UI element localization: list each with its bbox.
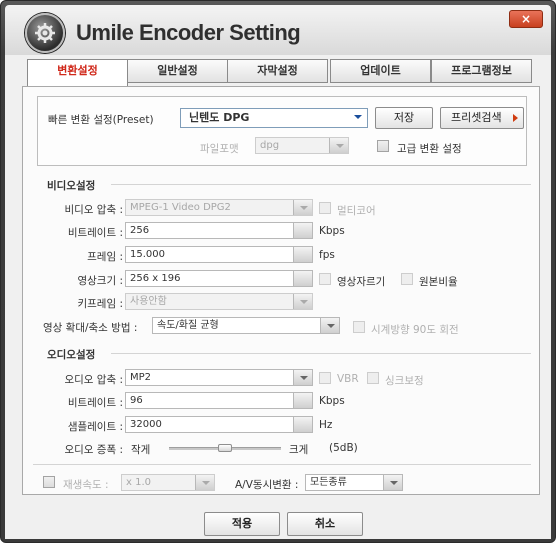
- preset-group: 빠른 변환 설정(Preset) 닌텐도 DPG 저장 프리셋검색 파일포맷 d…: [37, 96, 527, 166]
- cancel-button[interactable]: 취소: [287, 512, 363, 536]
- audio-bitrate-unit: Kbps: [319, 395, 345, 407]
- audio-codec-value: MP2: [130, 372, 152, 383]
- multicore-label: 멀티코어: [337, 205, 376, 217]
- tab-subtitle-settings[interactable]: 자막설정: [227, 59, 328, 83]
- preset-value: 닌텐도 DPG: [189, 111, 250, 124]
- audio-amplify-label: 오디오 증폭 :: [64, 444, 123, 456]
- preset-label: 빠른 변환 설정(Preset): [48, 114, 154, 126]
- amplify-min-label: 작게: [131, 444, 151, 456]
- audio-bitrate-spin-button[interactable]: [293, 393, 312, 408]
- chevron-down-icon: [383, 475, 402, 490]
- frame-rate-unit: fps: [319, 249, 335, 261]
- arrow-right-icon: [513, 114, 518, 122]
- vbr-label: VBR: [337, 373, 359, 385]
- chevron-down-icon: [320, 318, 339, 333]
- file-format-label: 파일포맷: [200, 143, 239, 155]
- rotate-90-checkbox[interactable]: [353, 321, 365, 333]
- crop-video-label: 영상자르기: [337, 276, 386, 288]
- chevron-down-icon: [293, 200, 312, 215]
- av-convert-value: 모든종류: [310, 477, 347, 488]
- video-codec-dropdown[interactable]: MPEG-1 Video DPG2: [125, 199, 313, 216]
- original-ratio-label: 원본비율: [419, 276, 458, 288]
- audio-bitrate-input[interactable]: 96: [125, 392, 313, 409]
- dialog-client-area: 변환설정 일반설정 자막설정 업데이트 프로그램정보 빠른 변환 설정(Pres…: [5, 55, 551, 539]
- rotate-90-label: 시계방향 90도 회전: [371, 324, 459, 336]
- sync-correction-label: 싱크보정: [385, 375, 424, 387]
- playback-speed-label: 재생속도 :: [63, 479, 109, 491]
- file-format-value: dpg: [260, 140, 280, 151]
- scale-method-value: 속도/화질 균형: [157, 320, 219, 331]
- sample-rate-label: 샘플레이트 :: [67, 421, 123, 433]
- amplify-max-label: 크게: [289, 444, 309, 456]
- audio-bitrate-value: 96: [130, 395, 143, 406]
- playback-speed-dropdown[interactable]: x 1.0: [121, 474, 215, 491]
- audio-codec-dropdown[interactable]: MP2: [125, 369, 313, 386]
- sample-rate-input[interactable]: 32000: [125, 416, 313, 433]
- playback-divider: [33, 464, 531, 465]
- amplify-db-label: (5dB): [329, 442, 358, 454]
- app-gear-logo-icon: [25, 13, 65, 53]
- advanced-settings-label: 고급 변환 설정: [397, 143, 462, 155]
- file-format-dropdown[interactable]: dpg: [255, 137, 349, 154]
- bitrate-spin-button[interactable]: [293, 223, 312, 238]
- video-size-spin-button[interactable]: [293, 271, 312, 286]
- chevron-down-icon: [293, 294, 312, 309]
- keyframe-dropdown[interactable]: 사용안함: [125, 293, 313, 310]
- playback-speed-value: x 1.0: [126, 477, 151, 488]
- scale-method-dropdown[interactable]: 속도/화질 균형: [152, 317, 340, 334]
- audio-bitrate-label: 비트레이트 :: [67, 397, 123, 409]
- video-bitrate-unit: Kbps: [319, 225, 345, 237]
- chevron-down-icon: [195, 475, 214, 490]
- audio-section-divider: [111, 353, 531, 354]
- video-section-title: 비디오설정: [47, 180, 96, 192]
- video-bitrate-value: 256: [130, 225, 150, 236]
- chevron-down-icon: [329, 138, 348, 153]
- crop-video-checkbox[interactable]: [319, 273, 331, 285]
- apply-button[interactable]: 적용: [204, 512, 280, 536]
- audio-amplify-slider-thumb[interactable]: [218, 444, 232, 452]
- tab-program-info[interactable]: 프로그램정보: [431, 59, 532, 83]
- av-convert-dropdown[interactable]: 모든종류: [305, 474, 403, 491]
- frame-rate-input[interactable]: 15.000: [125, 246, 313, 263]
- keyframe-value: 사용안함: [130, 296, 167, 307]
- sync-correction-checkbox[interactable]: [367, 372, 379, 384]
- preset-search-label: 프리셋검색: [451, 111, 502, 124]
- frame-rate-value: 15.000: [130, 249, 165, 260]
- audio-codec-label: 오디오 압축 :: [64, 374, 123, 386]
- tab-general-settings[interactable]: 일반설정: [127, 59, 228, 83]
- video-size-label: 영상크기 :: [77, 275, 123, 287]
- av-convert-label: A/V동시변환 :: [235, 479, 299, 491]
- conversion-settings-panel: 빠른 변환 설정(Preset) 닌텐도 DPG 저장 프리셋검색 파일포맷 d…: [22, 86, 540, 495]
- keyframe-label: 키프레임 :: [77, 298, 123, 310]
- save-preset-button[interactable]: 저장: [375, 107, 433, 129]
- advanced-settings-checkbox[interactable]: [377, 140, 389, 152]
- video-section-divider: [111, 184, 531, 185]
- scale-method-label: 영상 확대/축소 방법 :: [43, 322, 138, 334]
- close-button[interactable]: ×: [509, 10, 543, 28]
- original-ratio-checkbox[interactable]: [401, 273, 413, 285]
- sample-rate-unit: Hz: [319, 419, 333, 431]
- playback-speed-checkbox[interactable]: [43, 476, 55, 488]
- chevron-down-icon: [293, 370, 312, 385]
- sample-rate-value: 32000: [130, 419, 162, 430]
- window-title: Umile Encoder Setting: [76, 20, 301, 45]
- sample-rate-spin-button[interactable]: [293, 417, 312, 432]
- vbr-checkbox[interactable]: [319, 372, 331, 384]
- tab-update[interactable]: 업데이트: [330, 59, 431, 83]
- multicore-checkbox[interactable]: [319, 202, 331, 214]
- chevron-down-icon: [348, 109, 367, 127]
- preset-search-button[interactable]: 프리셋검색: [440, 107, 524, 129]
- preset-dropdown[interactable]: 닌텐도 DPG: [180, 108, 368, 128]
- video-size-input[interactable]: 256 x 196: [125, 270, 313, 287]
- frame-rate-label: 프레임 :: [87, 251, 123, 263]
- encoder-settings-window: Umile Encoder Setting × 변환설정 일반설정 자막설정 업…: [0, 0, 556, 543]
- video-bitrate-input[interactable]: 256: [125, 222, 313, 239]
- video-codec-value: MPEG-1 Video DPG2: [130, 202, 231, 213]
- video-bitrate-label: 비트레이트 :: [67, 227, 123, 239]
- frame-rate-spin-button[interactable]: [293, 247, 312, 262]
- audio-section-title: 오디오설정: [47, 349, 96, 361]
- video-size-value: 256 x 196: [130, 273, 181, 284]
- tab-conversion-settings[interactable]: 변환설정: [27, 59, 128, 86]
- video-codec-label: 비디오 압축 :: [64, 204, 123, 216]
